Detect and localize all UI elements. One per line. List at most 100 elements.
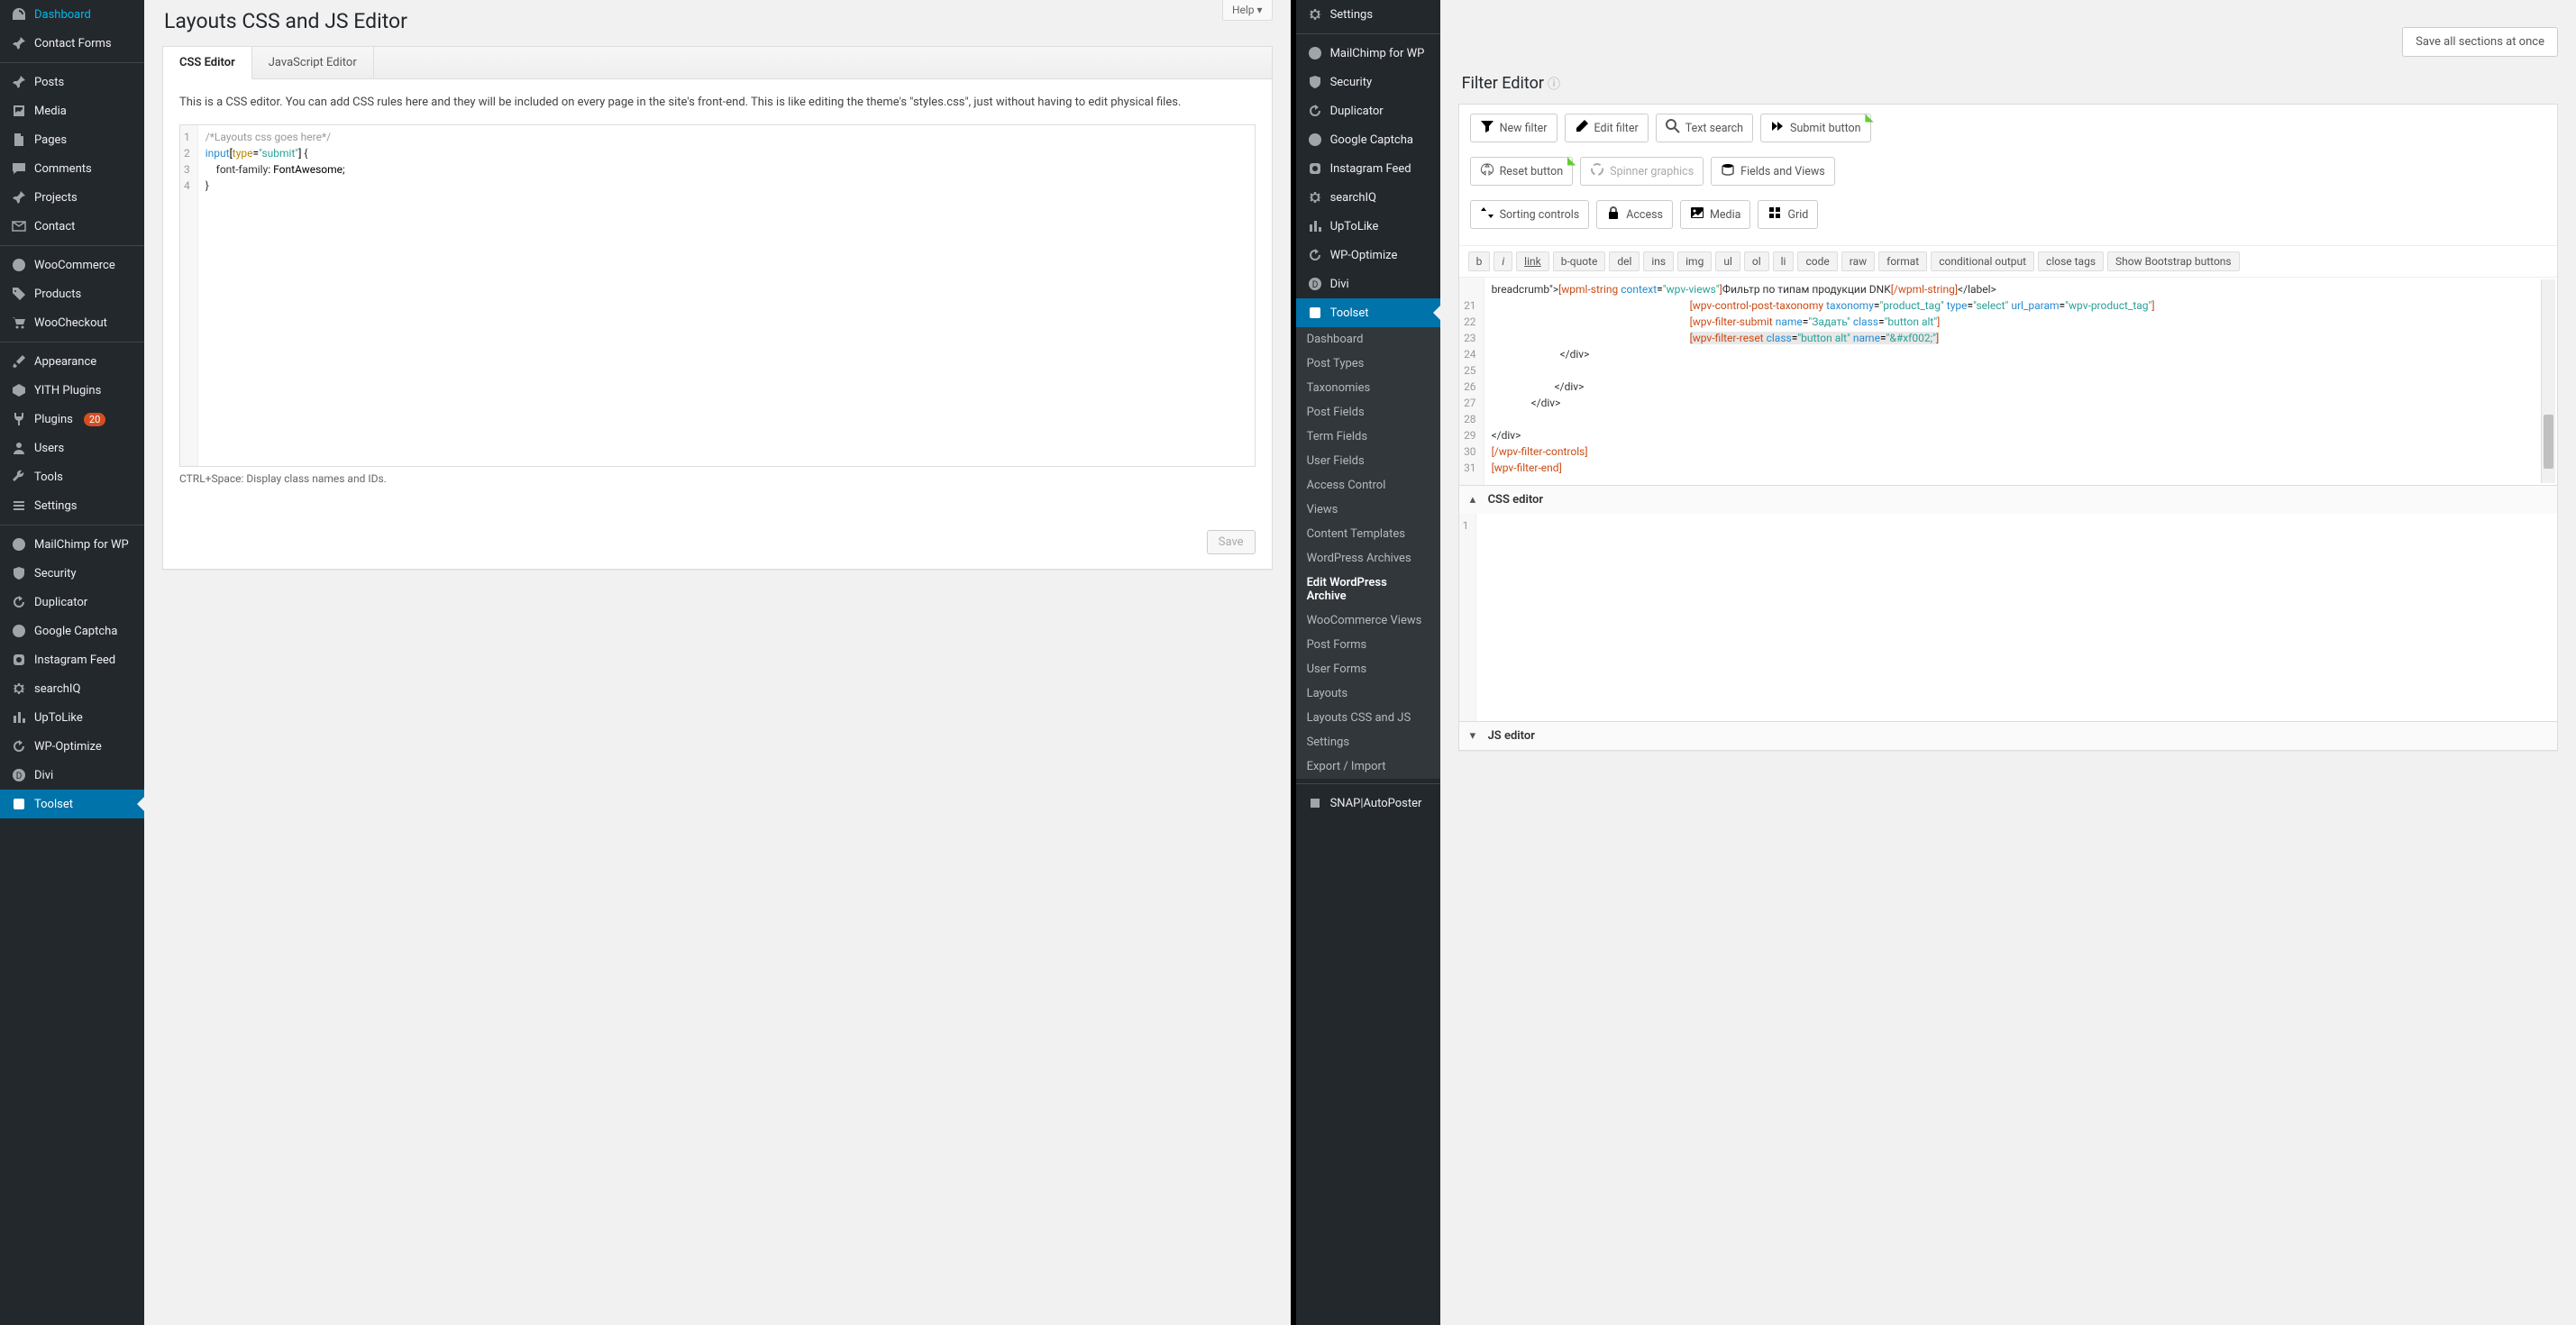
sidebar-item-divi[interactable]: DDivi	[0, 761, 144, 790]
sidebar-item-settings[interactable]: Settings	[1296, 0, 1440, 29]
code-lines[interactable]	[1476, 514, 2557, 721]
sidebar-item-contact[interactable]: Contact	[0, 212, 144, 241]
edit-filter-button[interactable]: Edit filter	[1565, 114, 1649, 142]
editor-tab[interactable]: JavaScript Editor	[252, 47, 374, 78]
quicktag-raw[interactable]: raw	[1841, 251, 1875, 271]
sidebar-item-searchiq[interactable]: searchIQ	[0, 674, 144, 703]
submenu-item[interactable]: Access Control	[1296, 473, 1440, 498]
sidebar-item-posts[interactable]: Posts	[0, 68, 144, 96]
submenu-item[interactable]: Export / Import	[1296, 754, 1440, 779]
code-lines[interactable]: breadcrumb">[wpml-string context="wpv-vi…	[1484, 278, 2557, 485]
submenu-item[interactable]: Layouts	[1296, 681, 1440, 706]
sidebar-item-snap[interactable]: SNAP|AutoPoster	[1296, 789, 1440, 818]
quicktag-close-tags[interactable]: close tags	[2038, 251, 2104, 271]
sidebar-item-toolset[interactable]: Toolset	[1296, 298, 1440, 327]
submenu-item[interactable]: User Fields	[1296, 449, 1440, 473]
sidebar-item-instagram[interactable]: Instagram Feed	[1296, 154, 1440, 183]
quicktag-ol[interactable]: ol	[1744, 251, 1769, 271]
quicktag-img[interactable]: img	[1677, 251, 1712, 271]
save-button[interactable]: Save	[1207, 530, 1256, 554]
sidebar-item-toolset[interactable]: Toolset	[0, 790, 144, 818]
sidebar-item-mailchimp[interactable]: MailChimp for WP	[1296, 39, 1440, 68]
sidebar-item-projects[interactable]: Projects	[0, 183, 144, 212]
sidebar-item-products[interactable]: Products	[0, 279, 144, 308]
scrollbar[interactable]	[2541, 279, 2555, 483]
help-tab[interactable]: Help ▾	[1222, 0, 1273, 21]
css-editor-accordion[interactable]: ▴ CSS editor	[1459, 485, 2557, 514]
submenu-item[interactable]: WooCommerce Views	[1296, 608, 1440, 633]
submenu-item[interactable]: Content Templates	[1296, 522, 1440, 546]
submenu-item[interactable]: Layouts CSS and JS	[1296, 706, 1440, 730]
submenu-item[interactable]: Taxonomies	[1296, 376, 1440, 400]
submenu-item[interactable]: Edit WordPress Archive	[1296, 571, 1440, 608]
sidebar-item-security[interactable]: Security	[1296, 68, 1440, 96]
grid-button[interactable]: Grid	[1758, 200, 1818, 229]
media-button[interactable]: Media	[1680, 200, 1750, 229]
sidebar-item-instagram[interactable]: Instagram Feed	[0, 645, 144, 674]
editor-tab[interactable]: CSS Editor	[163, 47, 252, 79]
sidebar-item-captcha[interactable]: Google Captcha	[0, 617, 144, 645]
sidebar-item-uptolike[interactable]: UpToLike	[0, 703, 144, 732]
css-code-editor[interactable]: 1234 /*Layouts css goes here*/ input[typ…	[179, 124, 1256, 467]
code-lines[interactable]: /*Layouts css goes here*/ input[type="su…	[198, 125, 1255, 466]
quicktag-b[interactable]: b	[1468, 251, 1491, 271]
css-editor-body[interactable]: 1	[1459, 514, 2557, 721]
text-search-button[interactable]: Text search	[1656, 114, 1753, 142]
sidebar-item-tools[interactable]: Tools	[0, 462, 144, 491]
js-editor-accordion[interactable]: ▾ JS editor	[1459, 721, 2557, 750]
sidebar-item-comments[interactable]: Comments	[0, 154, 144, 183]
submenu-item[interactable]: Post Fields	[1296, 400, 1440, 425]
sidebar-item-users[interactable]: Users	[0, 434, 144, 462]
access-button[interactable]: Access	[1596, 200, 1673, 229]
user-icon	[11, 440, 27, 456]
quicktag-ul[interactable]: ul	[1715, 251, 1740, 271]
sidebar-item-security[interactable]: Security	[0, 559, 144, 588]
sidebar-item-wpoptimize[interactable]: WP-Optimize	[0, 732, 144, 761]
sidebar-item-yith[interactable]: YITH Plugins	[0, 376, 144, 405]
submenu-item[interactable]: Term Fields	[1296, 425, 1440, 449]
filter-code-editor[interactable]: 2122232425262728293031 breadcrumb">[wpml…	[1459, 278, 2557, 485]
quicktag-format[interactable]: format	[1878, 251, 1927, 271]
sidebar-item-media[interactable]: Media	[0, 96, 144, 125]
submenu-item[interactable]: Post Forms	[1296, 633, 1440, 657]
sidebar-item-contact-forms[interactable]: Contact Forms	[0, 29, 144, 58]
sidebar-item-settings[interactable]: Settings	[0, 491, 144, 520]
fields-and-views-button[interactable]: Fields and Views	[1711, 157, 1835, 186]
submenu-item[interactable]: Views	[1296, 498, 1440, 522]
sidebar-item-dashboard[interactable]: Dashboard	[0, 0, 144, 29]
sidebar-item-appearance[interactable]: Appearance	[0, 347, 144, 376]
submenu-item[interactable]: Post Types	[1296, 352, 1440, 376]
submenu-item[interactable]: Dashboard	[1296, 327, 1440, 352]
submenu-item[interactable]: WordPress Archives	[1296, 546, 1440, 571]
quicktag-i[interactable]: i	[1494, 251, 1512, 271]
quicktag-Show-Bootstrap-buttons[interactable]: Show Bootstrap buttons	[2107, 251, 2240, 271]
sidebar-item-divi[interactable]: DDivi	[1296, 270, 1440, 298]
sidebar-item-captcha[interactable]: Google Captcha	[1296, 125, 1440, 154]
sidebar-item-woocommerce[interactable]: WooCommerce	[0, 251, 144, 279]
spinner-graphics-button[interactable]: Spinner graphics	[1580, 157, 1704, 186]
submit-button-button[interactable]: Submit button◣	[1760, 114, 1871, 142]
sidebar-item-duplicator[interactable]: Duplicator	[0, 588, 144, 617]
reset-button-button[interactable]: Reset button◣	[1470, 157, 1574, 186]
sidebar-item-wpoptimize[interactable]: WP-Optimize	[1296, 241, 1440, 270]
sidebar-item-pages[interactable]: Pages	[0, 125, 144, 154]
sidebar-item-uptolike[interactable]: UpToLike	[1296, 212, 1440, 241]
help-icon[interactable]: ⓘ	[1548, 78, 1560, 92]
submenu-item[interactable]: Settings	[1296, 730, 1440, 754]
quicktag-link[interactable]: link	[1516, 251, 1549, 271]
quicktag-li[interactable]: li	[1773, 251, 1795, 271]
quicktag-del[interactable]: del	[1609, 251, 1640, 271]
submenu-item[interactable]: User Forms	[1296, 657, 1440, 681]
sidebar-item-duplicator[interactable]: Duplicator	[1296, 96, 1440, 125]
new-filter-button[interactable]: New filter	[1470, 114, 1557, 142]
quicktag-ins[interactable]: ins	[1643, 251, 1674, 271]
quicktag-code[interactable]: code	[1797, 251, 1837, 271]
sidebar-item-plugins[interactable]: Plugins20	[0, 405, 144, 434]
save-all-button[interactable]: Save all sections at once	[2402, 27, 2558, 57]
quicktag-conditional-output[interactable]: conditional output	[1931, 251, 2034, 271]
quicktag-b-quote[interactable]: b-quote	[1553, 251, 1606, 271]
sorting-controls-button[interactable]: Sorting controls	[1470, 200, 1590, 229]
sidebar-item-searchiq[interactable]: searchIQ	[1296, 183, 1440, 212]
sidebar-item-mailchimp[interactable]: MailChimp for WP	[0, 530, 144, 559]
sidebar-item-woocheckout[interactable]: WooCheckout	[0, 308, 144, 337]
